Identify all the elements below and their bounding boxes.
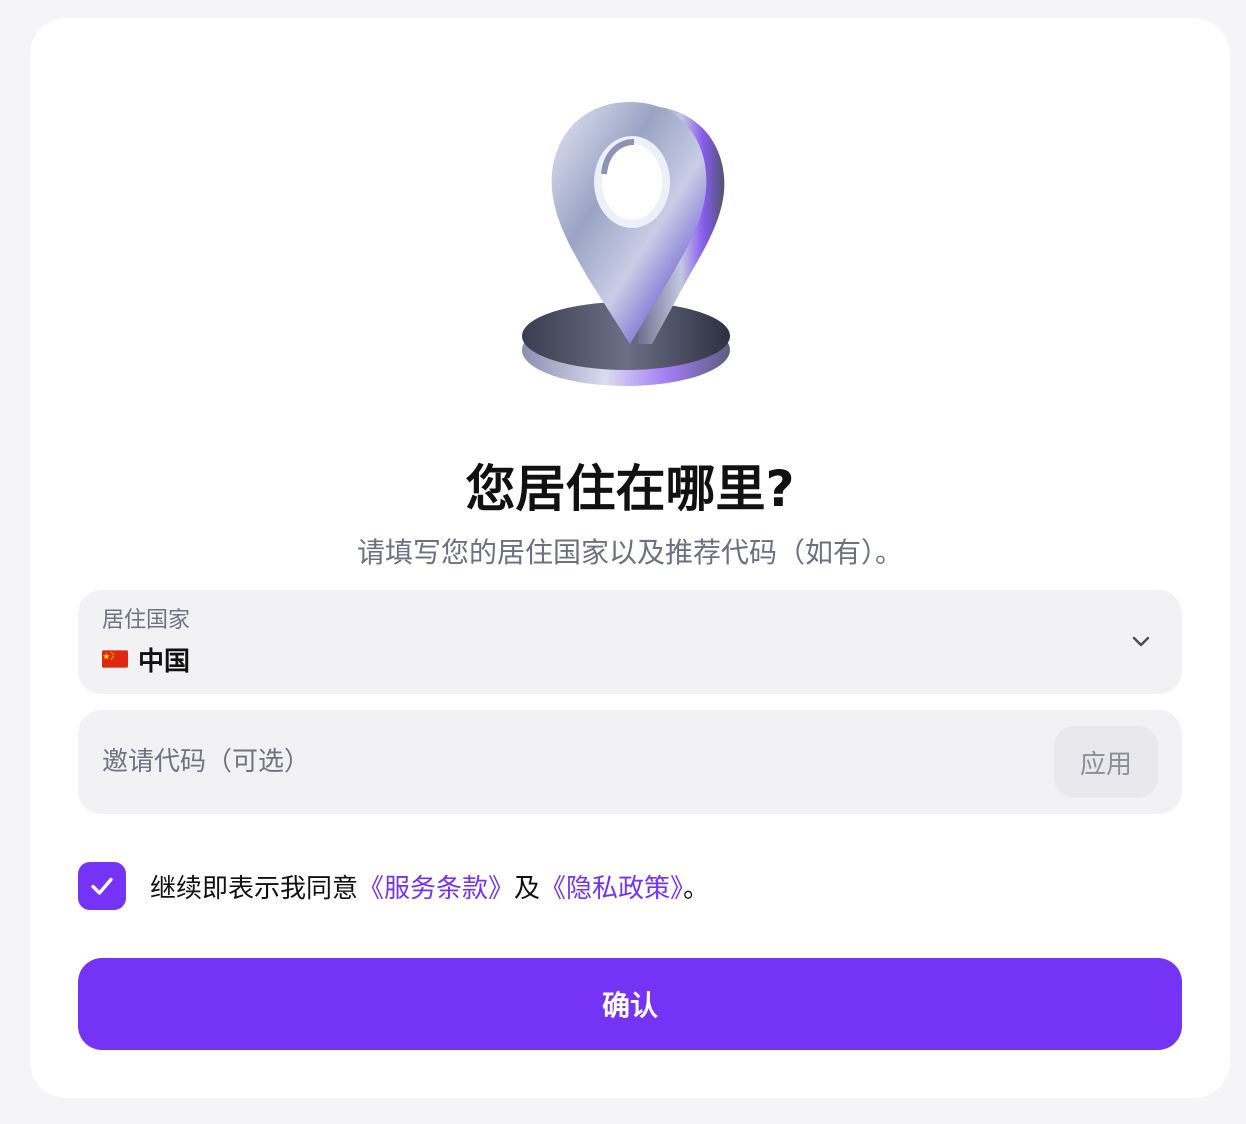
privacy-policy-link[interactable]: 《隐私政策》 <box>540 874 683 904</box>
page-title: 您居住在哪里? <box>465 460 795 518</box>
agreement-prefix: 继续即表示我同意 <box>150 873 359 904</box>
invite-code-input[interactable] <box>102 710 1032 814</box>
terms-of-service-link[interactable]: 《服务条款》 <box>358 874 514 904</box>
agreement-and: 及 <box>514 873 541 904</box>
agree-checkbox[interactable] <box>78 862 126 910</box>
agreement-suffix: 。 <box>683 873 710 904</box>
confirm-button[interactable]: 确认 <box>78 958 1182 1050</box>
country-field-label: 居住国家 <box>102 608 191 633</box>
chevron-down-icon[interactable] <box>1130 630 1152 652</box>
checkmark-icon <box>91 877 113 895</box>
location-card: 您居住在哪里? 请填写您的居住国家以及推荐代码（如有）。 居住国家 中国 应用 <box>30 18 1230 1098</box>
country-name: 中国 <box>138 646 191 677</box>
country-select[interactable]: 居住国家 中国 <box>78 590 1182 694</box>
country-selected-value: 中国 <box>102 640 190 678</box>
agreement-row: 继续即表示我同意《服务条款》及《隐私政策》。 <box>78 862 709 910</box>
china-flag-icon <box>102 650 128 668</box>
agreement-text: 继续即表示我同意《服务条款》及《隐私政策》。 <box>150 868 709 905</box>
apply-button[interactable]: 应用 <box>1054 726 1158 798</box>
location-pin-illustration <box>522 102 730 386</box>
page-subtitle: 请填写您的居住国家以及推荐代码（如有）。 <box>356 536 903 569</box>
invite-code-field: 应用 <box>78 710 1182 814</box>
